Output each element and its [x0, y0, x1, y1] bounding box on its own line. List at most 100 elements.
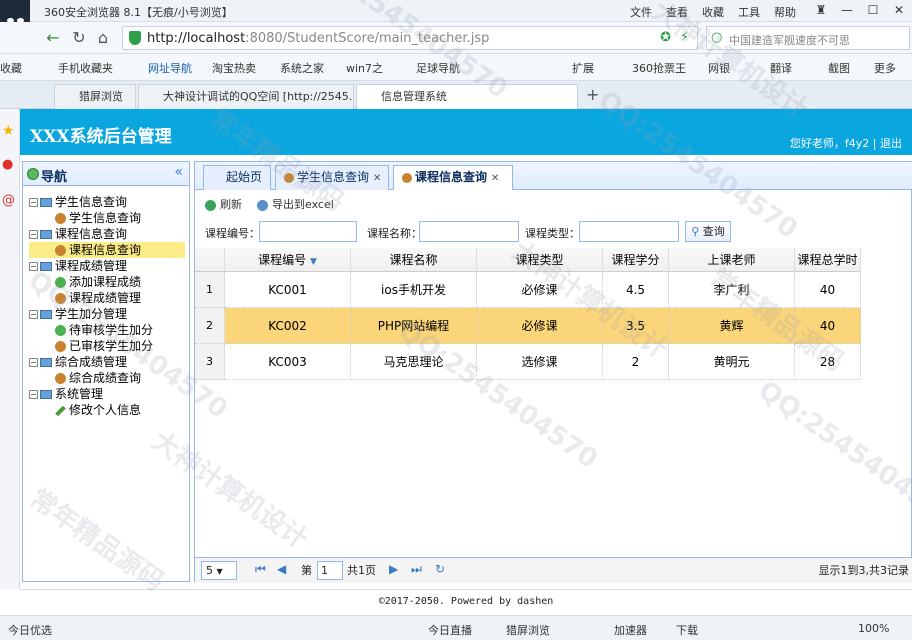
course-no-input[interactable]	[259, 221, 357, 242]
tree-item-total-score[interactable]: 综合成绩查询	[29, 370, 185, 386]
minus-icon[interactable]: −	[29, 358, 38, 367]
tree-item-approved-bonus[interactable]: 已审核学生加分	[29, 338, 185, 354]
menu-view[interactable]: 查看	[666, 4, 688, 20]
tree-item-score-manage[interactable]: 课程成绩管理	[29, 290, 185, 306]
table-cell[interactable]: KC001	[225, 272, 351, 308]
fav-item[interactable]: 截图	[828, 60, 850, 76]
tree-item-pending-bonus[interactable]: 待审核学生加分	[29, 322, 185, 338]
table-cell[interactable]: 必修课	[477, 308, 603, 344]
table-cell[interactable]: 40	[795, 308, 861, 344]
speed-icon[interactable]: ✪	[660, 30, 671, 45]
close-icon[interactable]: ✕	[491, 173, 499, 184]
tree-item-edit-profile[interactable]: 修改个人信息	[29, 402, 185, 418]
tree-item-student-query[interactable]: 学生信息查询	[29, 210, 185, 226]
table-cell[interactable]: 李广利	[669, 272, 795, 308]
fav-item[interactable]: 扩展	[572, 60, 594, 76]
new-tab-icon[interactable]: +	[586, 85, 599, 104]
fav-item[interactable]: win7之	[346, 60, 383, 76]
refresh-button[interactable]: 刷新	[205, 196, 242, 212]
status-item[interactable]: 今日直播	[428, 622, 472, 638]
header-course-name[interactable]: 课程名称	[351, 248, 477, 272]
table-cell[interactable]: 选修课	[477, 344, 603, 380]
fav-item[interactable]: 网址导航	[148, 60, 192, 76]
tab-course-query[interactable]: 课程信息查询 ✕	[393, 165, 513, 190]
minus-icon[interactable]: −	[29, 310, 38, 319]
zoom-level[interactable]: 100%	[858, 622, 889, 635]
header-hours[interactable]: 课程总学时	[795, 248, 861, 272]
tree-item-course-query[interactable]: 课程信息查询	[29, 242, 185, 258]
menu-file[interactable]: 文件	[630, 4, 652, 20]
page-size-select[interactable]: 5 ▼	[201, 561, 237, 580]
prev-page-icon[interactable]: ◀	[277, 562, 286, 576]
header-course-type[interactable]: 课程类型	[477, 248, 603, 272]
weibo-icon[interactable]: ●	[2, 157, 13, 172]
course-name-input[interactable]	[419, 221, 519, 242]
table-cell[interactable]: 40	[795, 272, 861, 308]
table-cell[interactable]: 3.5	[603, 308, 669, 344]
table-cell[interactable]: 28	[795, 344, 861, 380]
reload-icon[interactable]: ↻	[435, 562, 445, 576]
status-item[interactable]: 猎屏浏览	[506, 622, 550, 638]
course-type-input[interactable]	[579, 221, 679, 242]
first-page-icon[interactable]: ⏮	[255, 562, 266, 577]
tab-home[interactable]: 起始页	[203, 165, 271, 190]
tree-group[interactable]: − 综合成绩管理	[29, 354, 185, 370]
status-item[interactable]: 加速器	[614, 622, 647, 638]
table-cell[interactable]: 黄辉	[669, 308, 795, 344]
fav-item[interactable]: 更多	[874, 60, 896, 76]
status-item[interactable]: 今日优选	[8, 622, 52, 638]
table-cell[interactable]: 2	[603, 344, 669, 380]
minus-icon[interactable]: −	[29, 198, 38, 207]
table-cell[interactable]: ios手机开发	[351, 272, 477, 308]
table-cell[interactable]: KC002	[225, 308, 351, 344]
minimize-icon[interactable]: —	[834, 1, 860, 20]
maximize-icon[interactable]: ☐	[860, 1, 886, 20]
menu-favorites[interactable]: 收藏	[702, 4, 724, 20]
menu-help[interactable]: 帮助	[774, 4, 796, 20]
close-icon[interactable]: ✕	[373, 173, 381, 184]
header-course-no[interactable]: 课程编号 ▼	[225, 248, 351, 272]
lightning-icon[interactable]: ⚡	[680, 30, 689, 45]
back-arrow-icon[interactable]: ←	[42, 27, 64, 49]
url-input[interactable]: http://localhost:8080/StudentScore/main_…	[122, 26, 698, 50]
table-cell[interactable]: 马克思理论	[351, 344, 477, 380]
fav-item[interactable]: 收藏	[0, 60, 22, 76]
browser-tab-active[interactable]: 信息管理系统	[356, 84, 578, 109]
page-number-input[interactable]: 1	[317, 561, 343, 580]
header-teacher[interactable]: 上课老师	[669, 248, 795, 272]
table-cell[interactable]: 黄明元	[669, 344, 795, 380]
last-page-icon[interactable]: ⏭	[411, 562, 422, 577]
next-page-icon[interactable]: ▶	[389, 562, 398, 576]
fav-item[interactable]: 网银	[708, 60, 730, 76]
fav-item[interactable]: 翻译	[770, 60, 792, 76]
fav-item[interactable]: 360抢票王	[632, 60, 686, 76]
tab-student-query[interactable]: 学生信息查询 ✕	[275, 165, 389, 190]
menu-tools[interactable]: 工具	[738, 4, 760, 20]
tree-group[interactable]: − 学生信息查询	[29, 194, 185, 210]
user-greeting[interactable]: 您好老师，f4y2 | 退出	[790, 135, 902, 151]
fav-item[interactable]: 足球导航	[416, 60, 460, 76]
mail-icon[interactable]: @	[2, 193, 15, 208]
fav-item[interactable]: 手机收藏夹	[58, 60, 113, 76]
tree-group[interactable]: − 系统管理	[29, 386, 185, 402]
table-cell[interactable]: 必修课	[477, 272, 603, 308]
header-credit[interactable]: 课程学分	[603, 248, 669, 272]
export-button[interactable]: 导出到excel	[257, 196, 334, 212]
collapse-icon[interactable]: «	[174, 164, 183, 180]
tree-group[interactable]: − 学生加分管理	[29, 306, 185, 322]
search-button[interactable]: ⚲ 查询	[685, 221, 731, 242]
table-cell[interactable]: KC003	[225, 344, 351, 380]
minus-icon[interactable]: −	[29, 390, 38, 399]
browser-tab[interactable]: 猎屏浏览	[54, 84, 136, 109]
close-icon[interactable]: ✕	[886, 1, 912, 20]
search-box[interactable]: ○ 中国建造军舰速度不可思	[706, 26, 910, 50]
status-item[interactable]: 下载	[676, 622, 698, 638]
tree-group[interactable]: − 课程成绩管理	[29, 258, 185, 274]
table-cell[interactable]: PHP网站编程	[351, 308, 477, 344]
table-cell[interactable]: 4.5	[603, 272, 669, 308]
tree-item-add-score[interactable]: 添加课程成绩	[29, 274, 185, 290]
browser-tab[interactable]: 大神设计调试的QQ空间 [http://2545...	[138, 84, 354, 109]
refresh-icon[interactable]: ↻	[68, 27, 90, 49]
minus-icon[interactable]: −	[29, 262, 38, 271]
minus-icon[interactable]: −	[29, 230, 38, 239]
